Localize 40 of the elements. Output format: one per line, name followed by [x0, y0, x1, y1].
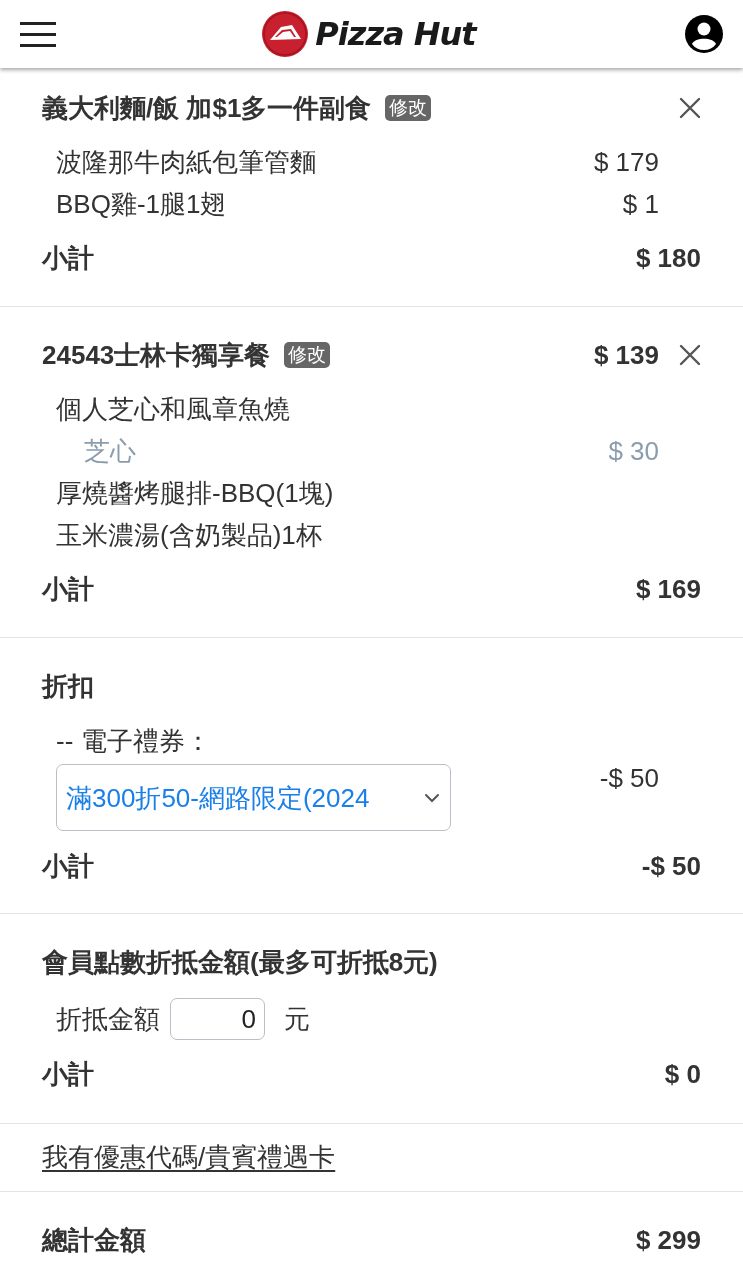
subtotal-amount: -$ 50: [641, 850, 701, 882]
account-icon[interactable]: [685, 15, 723, 53]
subtotal-label: 小計: [42, 850, 94, 882]
item-name: 玉米濃湯(含奶製品)1杯: [56, 519, 322, 551]
close-icon[interactable]: [679, 97, 701, 119]
option-price: $ 30: [608, 435, 659, 467]
logo-text: Pizza Hut: [315, 14, 476, 54]
promo-code-link[interactable]: 我有優惠代碼/貴賓禮遇卡: [42, 1141, 336, 1173]
coupon-label: -- 電子禮券：: [56, 725, 211, 757]
menu-icon[interactable]: [20, 21, 56, 47]
item-name: BBQ雞-1腿1翅: [56, 188, 227, 220]
subtotal-amount: $ 169: [635, 573, 701, 605]
close-icon[interactable]: [679, 344, 701, 366]
item-price: $ 1: [622, 188, 659, 220]
subtotal-label: 小計: [42, 573, 94, 605]
item-name: 波隆那牛肉紙包筆管麵: [56, 146, 316, 178]
coupon-select[interactable]: 滿300折50-網路限定(2024: [56, 764, 451, 831]
points-label: 折抵金額: [56, 1003, 160, 1035]
combo-title: 24543士林卡獨享餐: [42, 339, 271, 371]
edit-button[interactable]: 修改: [385, 95, 432, 121]
total-amount: $ 299: [635, 1224, 701, 1256]
subtotal-amount: $ 0: [664, 1058, 701, 1090]
section-title: 折扣: [42, 670, 94, 702]
subtotal-label: 小計: [42, 242, 94, 274]
unit-label: 元: [284, 1003, 310, 1035]
option-name: 芝心: [84, 435, 136, 467]
coupon-amount: -$ 50: [599, 764, 659, 792]
combo-price: $ 139: [593, 339, 659, 371]
logo-icon: [261, 10, 310, 58]
item-name: 厚燒醬烤腿排-BBQ(1塊): [56, 477, 334, 509]
chevron-down-icon: [424, 792, 440, 803]
edit-button[interactable]: 修改: [284, 342, 331, 368]
subtotal-amount: $ 180: [635, 242, 701, 274]
item-price: $ 179: [593, 146, 659, 178]
item-name: 個人芝心和風章魚燒: [56, 393, 290, 425]
combo-title: 義大利麵/飯 加$1多一件副食: [42, 92, 372, 124]
total-label: 總計金額: [42, 1224, 146, 1256]
points-input[interactable]: 0: [170, 998, 265, 1040]
subtotal-label: 小計: [42, 1058, 94, 1090]
section-title: 會員點數折抵金額(最多可折抵8元): [42, 946, 438, 978]
